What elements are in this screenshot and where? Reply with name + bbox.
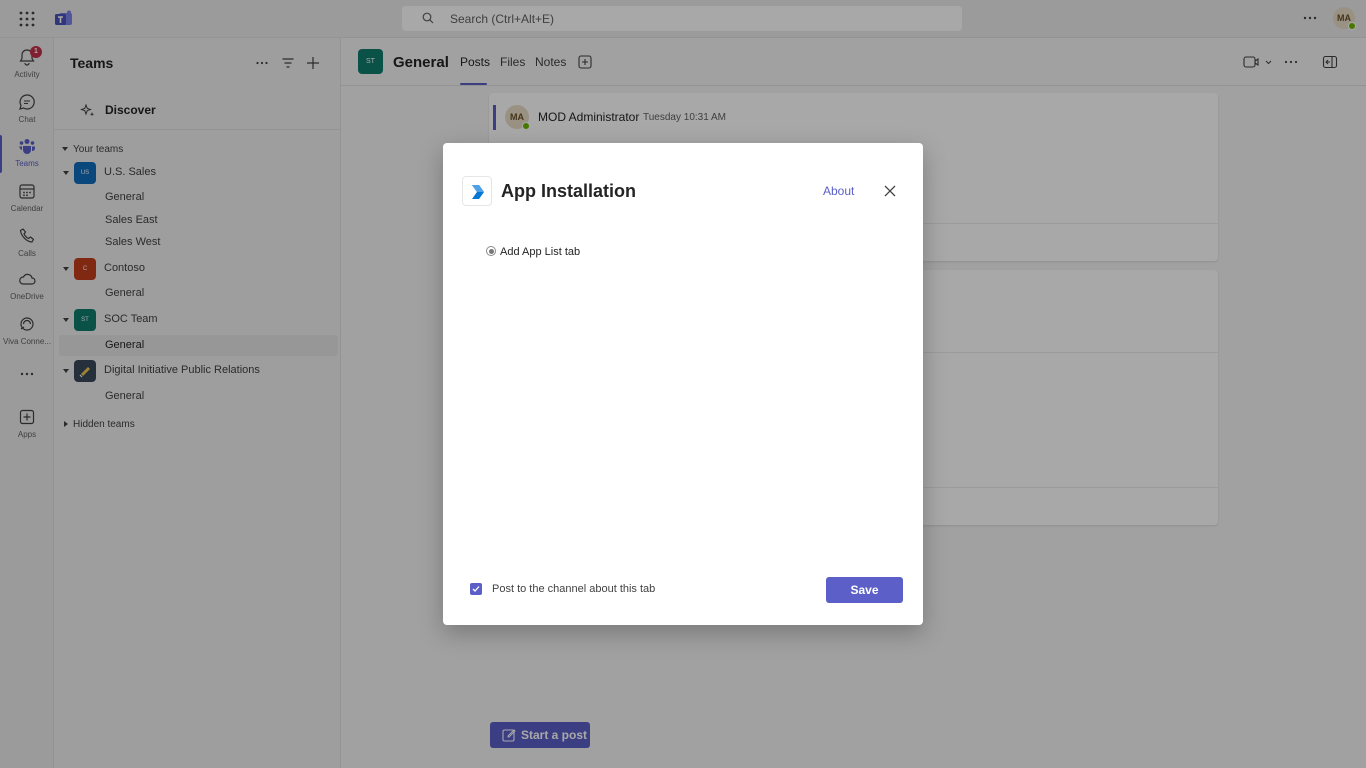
about-link[interactable]: About bbox=[823, 184, 854, 198]
checkmark-icon bbox=[472, 586, 480, 592]
app-installation-dialog: App Installation About Add App List tab … bbox=[443, 143, 923, 625]
checkbox-label: Post to the channel about this tab bbox=[492, 583, 656, 595]
radio-selected-dot bbox=[488, 248, 494, 254]
radio-label: Add App List tab bbox=[500, 246, 581, 258]
post-to-channel-checkbox[interactable] bbox=[470, 583, 482, 595]
app-logo-icon bbox=[462, 176, 492, 206]
save-button[interactable]: Save bbox=[826, 577, 903, 603]
close-icon[interactable] bbox=[883, 184, 897, 198]
radio-button[interactable] bbox=[486, 246, 496, 256]
dialog-title: App Installation bbox=[501, 181, 636, 201]
